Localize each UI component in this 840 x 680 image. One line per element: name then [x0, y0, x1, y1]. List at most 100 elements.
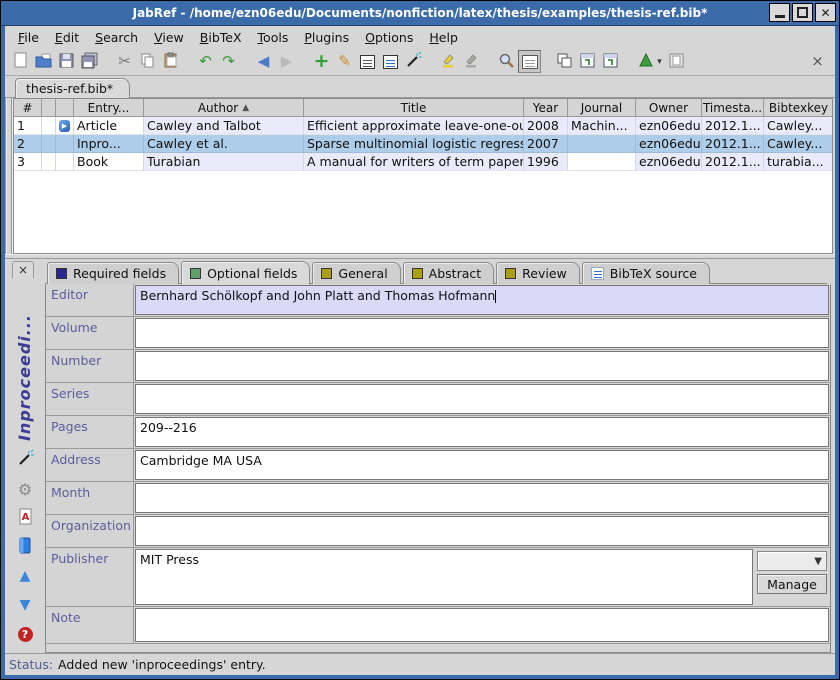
- table-cell[interactable]: [42, 135, 56, 153]
- table-cell[interactable]: Inpro...: [74, 135, 144, 153]
- table-cell[interactable]: Book: [74, 153, 144, 171]
- new-entry-button[interactable]: +: [310, 50, 333, 73]
- table-row[interactable]: 1▶ArticleCawley and TalbotEfficient appr…: [14, 117, 832, 135]
- back-button[interactable]: ◀: [252, 50, 275, 73]
- field-input-editor[interactable]: Bernhard Schölkopf and John Platt and Th…: [135, 285, 829, 315]
- column-header-journal[interactable]: Journal: [568, 99, 636, 117]
- close-entry-editor-button[interactable]: ×: [12, 261, 34, 278]
- push-to-lyx-dropdown-icon[interactable]: ▾: [657, 57, 662, 67]
- table-cell[interactable]: 3: [14, 153, 42, 171]
- save-all-databases-button[interactable]: [78, 50, 101, 73]
- editor-tab-bibtex-source[interactable]: BibTeX source: [582, 262, 710, 284]
- help-button[interactable]: ?: [16, 625, 34, 643]
- table-cell[interactable]: Cawley...: [764, 117, 833, 135]
- field-input-address[interactable]: Cambridge MA USA: [135, 450, 829, 480]
- previous-entry-button[interactable]: ▲: [16, 567, 34, 585]
- generate-bibtexkey-button[interactable]: [16, 451, 34, 469]
- open-pdf-button[interactable]: A: [16, 509, 34, 527]
- open-database-button[interactable]: [32, 50, 55, 73]
- table-cell[interactable]: [568, 153, 636, 171]
- table-cell[interactable]: 2012.1...: [702, 135, 764, 153]
- table-cell[interactable]: 2007: [524, 135, 568, 153]
- column-header-icon[interactable]: [56, 99, 74, 117]
- field-input-note[interactable]: [135, 608, 829, 642]
- menu-edit[interactable]: Edit: [48, 28, 86, 47]
- editor-tab-required-fields[interactable]: Required fields: [47, 262, 179, 284]
- save-database-button[interactable]: [55, 50, 78, 73]
- column-header-#[interactable]: #: [14, 99, 42, 117]
- push-to-application-button[interactable]: [576, 50, 599, 73]
- new-database-button[interactable]: [9, 50, 32, 73]
- database-tab[interactable]: thesis-ref.bib*: [15, 78, 130, 98]
- table-cell[interactable]: Cawley et al.: [144, 135, 304, 153]
- copy-button[interactable]: [136, 50, 159, 73]
- autoset-settings-button[interactable]: ⚙: [16, 480, 34, 498]
- column-header-timesta[interactable]: Timesta...: [702, 99, 764, 117]
- minimize-button[interactable]: [769, 3, 790, 22]
- push-to-application-2-button[interactable]: [599, 50, 622, 73]
- menu-file[interactable]: File: [11, 28, 46, 47]
- new-subdatabase-button[interactable]: [553, 50, 576, 73]
- close-button[interactable]: ✕: [815, 3, 836, 22]
- sidepane-splitter[interactable]: [5, 98, 13, 254]
- close-sidepane-button[interactable]: ×: [806, 50, 829, 73]
- menu-help[interactable]: Help: [422, 28, 465, 47]
- table-cell[interactable]: Machin...: [568, 117, 636, 135]
- table-cell[interactable]: 1996: [524, 153, 568, 171]
- table-row[interactable]: 2 Inpro...Cawley et al.Sparse multinomial…: [14, 135, 832, 153]
- edit-entry-button[interactable]: ✎: [333, 50, 356, 73]
- maximize-button[interactable]: [792, 3, 813, 22]
- field-input-number[interactable]: [135, 351, 829, 381]
- publisher-combo-box[interactable]: ▼: [757, 551, 827, 571]
- url-icon[interactable]: ▶: [59, 120, 70, 132]
- table-cell[interactable]: Cawley and Talbot: [144, 117, 304, 135]
- field-input-series[interactable]: [135, 384, 829, 414]
- field-input-pages[interactable]: 209--216: [135, 417, 829, 447]
- table-cell[interactable]: ezn06edu: [636, 153, 702, 171]
- column-header-title[interactable]: Title: [304, 99, 524, 117]
- table-cell[interactable]: A manual for writers of term papers...: [304, 153, 524, 171]
- editor-tab-optional-fields[interactable]: Optional fields: [181, 261, 310, 285]
- forward-button[interactable]: ▶: [275, 50, 298, 73]
- menu-tools[interactable]: Tools: [251, 28, 296, 47]
- manage-button[interactable]: Manage: [757, 574, 827, 594]
- title-bar[interactable]: JabRef - /home/ezn06edu/Documents/nonfic…: [1, 1, 839, 26]
- table-cell[interactable]: ezn06edu: [636, 117, 702, 135]
- table-cell[interactable]: 2012.1...: [702, 117, 764, 135]
- open-external-file-button[interactable]: [16, 538, 34, 556]
- table-cell[interactable]: 2: [14, 135, 42, 153]
- table-cell[interactable]: [42, 117, 56, 135]
- table-cell[interactable]: Sparse multinomial logistic regressi...: [304, 135, 524, 153]
- column-header-entry[interactable]: Entry...: [74, 99, 144, 117]
- edit-strings-button[interactable]: [379, 50, 402, 73]
- table-cell[interactable]: Article: [74, 117, 144, 135]
- table-cell[interactable]: Efficient approximate leave-one-out...: [304, 117, 524, 135]
- field-input-volume[interactable]: [135, 318, 829, 348]
- next-entry-button[interactable]: ▼: [16, 596, 34, 614]
- redo-button[interactable]: ↷: [217, 50, 240, 73]
- column-header-year[interactable]: Year: [524, 99, 568, 117]
- column-header-author[interactable]: Author▲: [144, 99, 304, 117]
- search-button[interactable]: [495, 50, 518, 73]
- table-cell[interactable]: Turabian: [144, 153, 304, 171]
- column-header-owner[interactable]: Owner: [636, 99, 702, 117]
- menu-plugins[interactable]: Plugins: [297, 28, 356, 47]
- toggle-preview-button[interactable]: [518, 50, 541, 73]
- editor-tab-general[interactable]: General: [312, 262, 400, 284]
- menu-view[interactable]: View: [147, 28, 191, 47]
- open-file-button[interactable]: [665, 50, 688, 73]
- field-input-organization[interactable]: [135, 516, 829, 546]
- cleanup-entries-button[interactable]: [402, 50, 425, 73]
- menu-options[interactable]: Options: [358, 28, 420, 47]
- table-cell[interactable]: ▶: [56, 117, 74, 135]
- table-cell[interactable]: 2012.1...: [702, 153, 764, 171]
- undo-button[interactable]: ↶: [194, 50, 217, 73]
- paste-button[interactable]: [159, 50, 182, 73]
- cut-button[interactable]: ✂: [113, 50, 136, 73]
- table-cell[interactable]: [568, 135, 636, 153]
- table-cell[interactable]: [56, 135, 74, 153]
- table-cell[interactable]: ezn06edu: [636, 135, 702, 153]
- editor-tab-review[interactable]: Review: [496, 262, 580, 284]
- field-input-publisher[interactable]: MIT Press: [135, 549, 753, 605]
- table-row[interactable]: 3 BookTurabianA manual for writers of ter…: [14, 153, 832, 171]
